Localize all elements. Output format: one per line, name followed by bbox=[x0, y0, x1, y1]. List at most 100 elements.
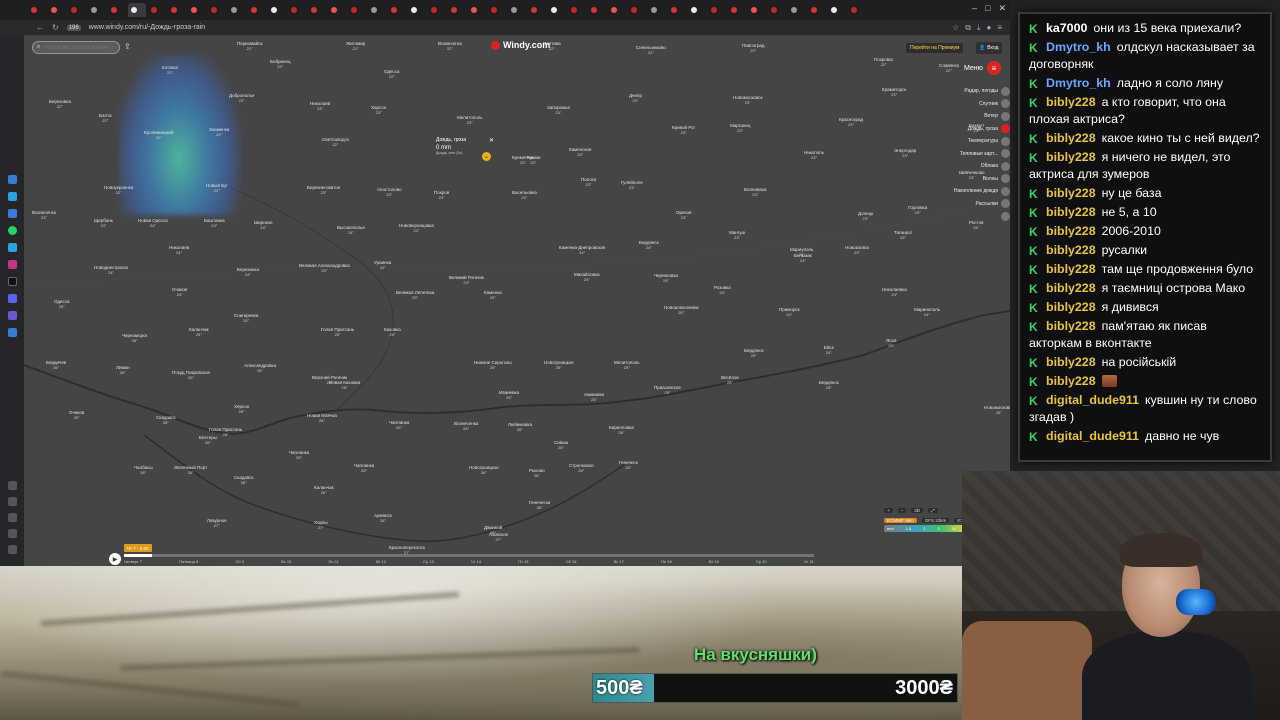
vk-icon[interactable] bbox=[7, 209, 17, 218]
windy-logo[interactable]: Windy.com bbox=[491, 40, 550, 50]
browser-tab[interactable] bbox=[188, 3, 206, 17]
bookmarks-icon[interactable] bbox=[7, 497, 17, 506]
browser-tab[interactable] bbox=[48, 3, 66, 17]
chat-username[interactable]: bibly228 bbox=[1046, 319, 1096, 333]
browser-tab[interactable] bbox=[848, 3, 866, 17]
play-button[interactable]: ▶ bbox=[109, 553, 121, 565]
browser-tab[interactable] bbox=[568, 3, 586, 17]
download-icon[interactable]: ⤓ bbox=[977, 23, 981, 33]
browser-tab[interactable] bbox=[528, 3, 546, 17]
browser-tab[interactable] bbox=[728, 3, 746, 17]
app-icon[interactable] bbox=[7, 311, 17, 320]
profile-icon[interactable]: ● bbox=[986, 23, 991, 33]
browser-tab[interactable] bbox=[448, 3, 466, 17]
layer-item[interactable]: Рассылки bbox=[942, 198, 1010, 211]
timeline-day[interactable]: Сб 9 bbox=[235, 559, 244, 565]
browser-tab[interactable] bbox=[508, 3, 526, 17]
browser-tab[interactable] bbox=[748, 3, 766, 17]
layer-item[interactable]: Спутник bbox=[942, 98, 1010, 111]
popup-close-icon[interactable]: ✕ bbox=[489, 137, 494, 144]
weather-map[interactable]: Первомайск 21° Житомир 21° Вознесенск 22° Полт… bbox=[24, 35, 1010, 566]
timeline-day[interactable]: Сб 16 bbox=[566, 559, 577, 565]
browser-tab[interactable] bbox=[28, 3, 46, 17]
model-option[interactable]: ECMWF 9km bbox=[884, 517, 917, 523]
layer-item[interactable]: Накопление дождя bbox=[942, 185, 1010, 198]
timeline-day[interactable]: Чт 21 bbox=[804, 559, 814, 565]
minimize-icon[interactable]: – bbox=[972, 3, 977, 14]
browser-tab[interactable] bbox=[608, 3, 626, 17]
model-option[interactable]: GFS 22km bbox=[921, 517, 950, 523]
browser-tab[interactable] bbox=[128, 3, 146, 17]
settings-icon[interactable] bbox=[7, 529, 17, 538]
chat-username[interactable]: Dmytro_kh bbox=[1046, 40, 1111, 54]
premium-button[interactable]: Перейти на Премиум bbox=[906, 43, 964, 53]
timeline-day[interactable]: Чт 14 bbox=[471, 559, 481, 565]
chat-username[interactable]: digital_dude911 bbox=[1046, 393, 1139, 407]
url-field[interactable]: www.windy.com/ru/-Дождь-гроза-rain bbox=[89, 24, 205, 31]
timeline-day[interactable]: Четверг 7 bbox=[124, 559, 142, 565]
messenger-2-icon[interactable] bbox=[7, 243, 17, 252]
chat-username[interactable]: bibly228 bbox=[1046, 281, 1096, 295]
chat-username[interactable]: ka7000 bbox=[1046, 21, 1087, 35]
close-icon[interactable]: ✕ bbox=[998, 3, 1006, 14]
chat-username[interactable]: Dmytro_kh bbox=[1046, 76, 1111, 90]
chat-username[interactable]: bibly228 bbox=[1046, 224, 1096, 238]
browser-tab[interactable] bbox=[168, 3, 186, 17]
fullscreen-icon[interactable]: ⤢ bbox=[928, 507, 938, 513]
app-2-icon[interactable] bbox=[7, 328, 17, 337]
browser-tab[interactable] bbox=[68, 3, 86, 17]
browser-tab[interactable] bbox=[248, 3, 266, 17]
browser-tab[interactable] bbox=[288, 3, 306, 17]
timeline-day[interactable]: Вт 19 bbox=[709, 559, 719, 565]
chat-username[interactable]: bibly228 bbox=[1046, 300, 1096, 314]
clock-icon[interactable] bbox=[7, 481, 17, 490]
share-icon[interactable]: ⇪ bbox=[124, 42, 131, 51]
chat-username[interactable]: bibly228 bbox=[1046, 262, 1096, 276]
timeline-day[interactable]: Ср 13 bbox=[423, 559, 434, 565]
history-icon[interactable] bbox=[7, 513, 17, 522]
instagram-icon[interactable] bbox=[7, 260, 17, 269]
layer-item[interactable] bbox=[942, 210, 1010, 223]
browser-tab[interactable] bbox=[328, 3, 346, 17]
browser-tab[interactable] bbox=[148, 3, 166, 17]
browser-tab[interactable] bbox=[588, 3, 606, 17]
extensions-icon[interactable]: ⧉ bbox=[965, 23, 971, 33]
chat-username[interactable]: bibly228 bbox=[1046, 95, 1096, 109]
browser-tab[interactable] bbox=[668, 3, 686, 17]
timeline-day[interactable]: Пн 11 bbox=[329, 559, 339, 565]
back-icon[interactable]: ← bbox=[36, 23, 44, 32]
location-search[interactable]: ⌕ bbox=[32, 41, 120, 54]
browser-tab[interactable] bbox=[308, 3, 326, 17]
browser-tab[interactable] bbox=[428, 3, 446, 17]
chat-username[interactable]: bibly228 bbox=[1046, 150, 1096, 164]
browser-tab[interactable] bbox=[228, 3, 246, 17]
browser-tab[interactable] bbox=[688, 3, 706, 17]
browser-tab[interactable] bbox=[268, 3, 286, 17]
browser-tab[interactable] bbox=[808, 3, 826, 17]
chat-username[interactable]: bibly228 bbox=[1046, 131, 1096, 145]
browser-tab[interactable] bbox=[388, 3, 406, 17]
browser-tab[interactable] bbox=[548, 3, 566, 17]
timeline-day[interactable]: Вс 17 bbox=[614, 559, 624, 565]
browser-tab[interactable] bbox=[408, 3, 426, 17]
browser-menu-icon[interactable]: ≡ bbox=[997, 23, 1002, 33]
menu-button[interactable]: Меню ≡ bbox=[964, 61, 1001, 75]
zoom-in-button[interactable]: + bbox=[884, 507, 893, 513]
layer-item[interactable]: Радар, погоды bbox=[942, 85, 1010, 98]
browser-tab[interactable] bbox=[648, 3, 666, 17]
bookmark-icon[interactable]: ☆ bbox=[952, 23, 959, 33]
browser-tab[interactable] bbox=[788, 3, 806, 17]
more-icon[interactable] bbox=[7, 545, 17, 554]
whatsapp-icon[interactable] bbox=[7, 226, 17, 235]
reload-icon[interactable]: ↻ bbox=[52, 23, 59, 32]
browser-tab[interactable] bbox=[488, 3, 506, 17]
timeline-day[interactable]: Пятница 8 bbox=[179, 559, 198, 565]
chat-username[interactable]: bibly228 bbox=[1046, 205, 1096, 219]
timeline-day[interactable]: Пт 15 bbox=[518, 559, 528, 565]
search-input[interactable] bbox=[43, 44, 118, 51]
browser-tab[interactable] bbox=[768, 3, 786, 17]
x-icon[interactable] bbox=[7, 277, 17, 286]
chat-username[interactable]: bibly228 bbox=[1046, 374, 1096, 388]
browser-tab[interactable] bbox=[108, 3, 126, 17]
browser-tab[interactable] bbox=[468, 3, 486, 17]
